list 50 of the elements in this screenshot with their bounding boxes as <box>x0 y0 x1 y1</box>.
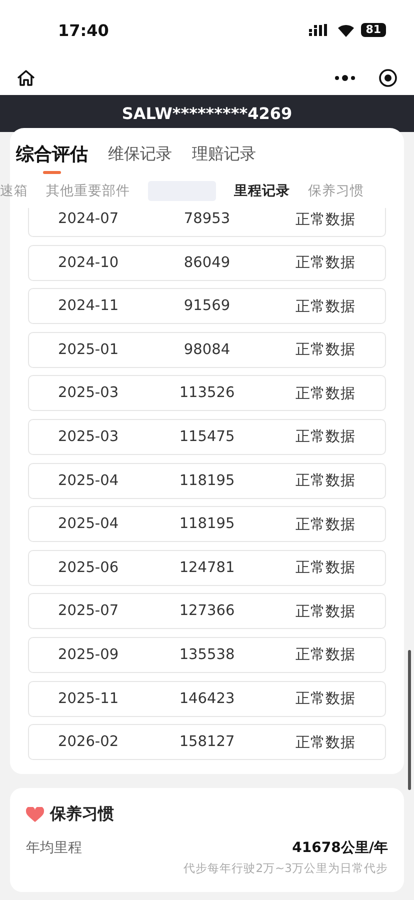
status-cell-text: 正常数据 <box>294 254 357 272</box>
section-tab[interactable]: 里程记录 <box>234 182 290 200</box>
tab[interactable]: 理赔记录 <box>192 142 256 174</box>
mileage-cell-text: 118195 <box>178 516 236 532</box>
mileage-cell-text: 115475 <box>178 428 236 445</box>
status-cell-text: 正常数据 <box>294 384 357 403</box>
date-cell-text: 2025-11 <box>57 690 120 707</box>
date-cell-text: 2024-11 <box>57 298 120 314</box>
date-cell-text: 2026-02 <box>57 734 120 750</box>
date-cell-text: 2025-06 <box>57 560 120 576</box>
status-time: 17:40 <box>58 20 109 40</box>
metric-note: 代步每年行驶2万~3万公里为日常代步 <box>182 861 388 876</box>
mileage-cell-text: 86049 <box>182 254 232 271</box>
status-cell-text: 正常数据 <box>294 690 357 708</box>
status-cell-text: 正常数据 <box>294 516 357 534</box>
mileage-cell-text: 146423 <box>178 690 236 707</box>
date-cell-text: 2025-09 <box>57 646 120 663</box>
tab[interactable]: 维保记录 <box>108 142 172 174</box>
status-cell-text: 正常数据 <box>294 341 357 360</box>
date-cell-text: 2025-01 <box>57 342 120 358</box>
date-cell-text: 2024-07 <box>57 211 120 227</box>
date-cell-text: 2025-04 <box>57 516 120 532</box>
status-cell-text: 正常数据 <box>294 559 357 578</box>
status-cell-text: 正常数据 <box>294 646 357 664</box>
mileage-cell-text: 118195 <box>178 472 236 489</box>
status-cell-text: 正常数据 <box>294 472 357 490</box>
mileage-cell-text: 91569 <box>182 298 232 314</box>
mileage-cell-text: 158127 <box>178 734 236 750</box>
date-cell-text: 2024-10 <box>57 254 120 271</box>
date-cell-text: 2025-03 <box>57 385 120 402</box>
status-cell-text: 正常数据 <box>294 298 357 316</box>
metric-value: 41678公里/年 <box>292 839 388 858</box>
status-cell-text: 正常数据 <box>294 210 357 228</box>
vin-text: SALW*********4269 <box>122 104 292 123</box>
mileage-cell-text: 113526 <box>178 385 236 402</box>
mileage-cell-text: 98084 <box>182 342 232 358</box>
section-title: 保养习惯 <box>50 804 114 826</box>
metric-label: 年均里程 <box>26 839 82 858</box>
battery-level: 81 <box>360 23 386 37</box>
mileage-cell-text: 127366 <box>178 603 236 620</box>
date-cell-text: 2025-03 <box>57 428 120 445</box>
status-cell-text: 正常数据 <box>294 602 357 621</box>
mileage-cell-text: 135538 <box>178 646 236 663</box>
status-cell-text: 正常数据 <box>294 428 357 446</box>
tab[interactable]: 综合评估 <box>16 142 88 174</box>
mileage-cell-text: 78953 <box>182 211 232 227</box>
date-cell-text: 2025-07 <box>57 603 120 620</box>
status-cell-text: 正常数据 <box>294 734 357 752</box>
date-cell-text: 2025-04 <box>57 472 120 489</box>
mileage-cell-text: 124781 <box>178 560 236 576</box>
